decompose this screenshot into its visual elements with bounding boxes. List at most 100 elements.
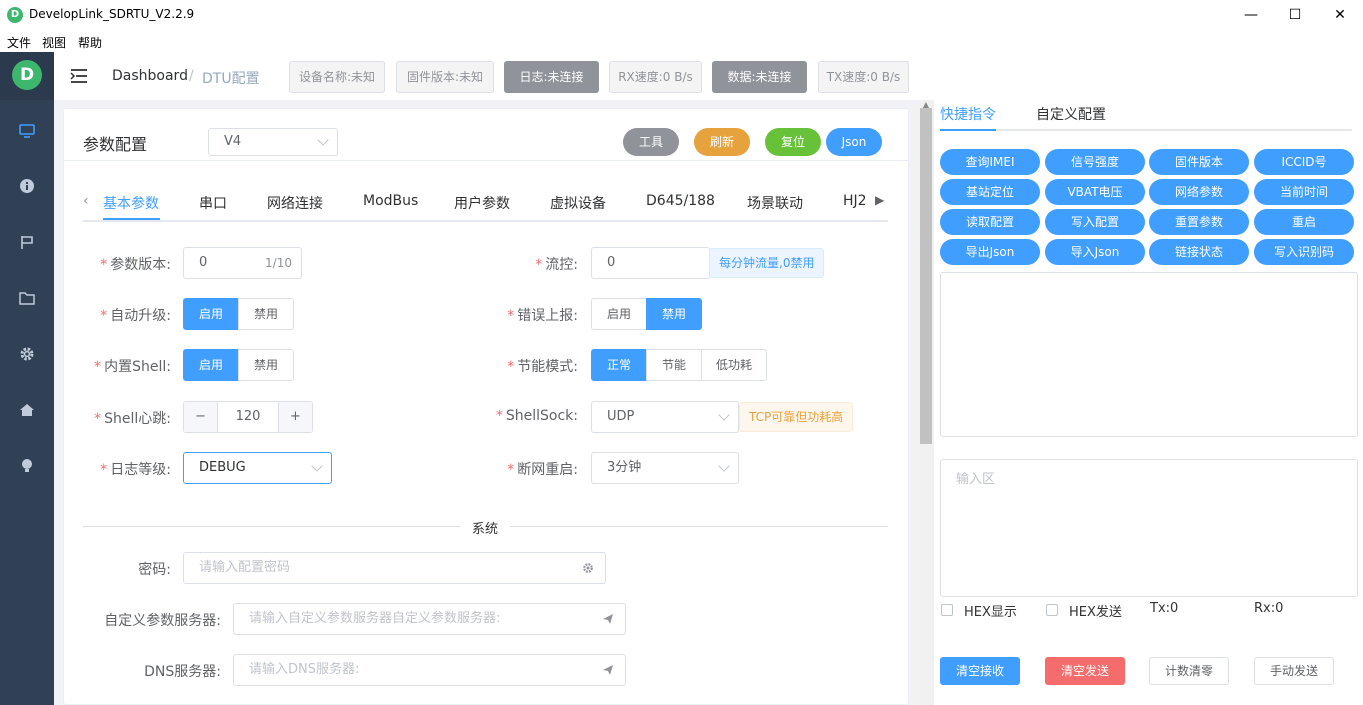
tab-modbus[interactable]: ModBus xyxy=(363,193,418,209)
manual-send-button[interactable]: 手动发送 xyxy=(1254,657,1334,685)
tab-basic-params[interactable]: 基本参数 xyxy=(103,193,159,213)
app-logo-icon: D xyxy=(7,7,23,23)
tabs-prev-icon[interactable]: ‹ xyxy=(83,193,89,209)
auto-upgrade-toggle: 启用 禁用 xyxy=(183,298,294,330)
tab-virtual-device[interactable]: 虚拟设备 xyxy=(550,193,606,213)
param-version-input[interactable]: 0 1/10 xyxy=(183,247,302,279)
tab-network[interactable]: 网络连接 xyxy=(267,193,323,213)
tab-hj2[interactable]: HJ2 xyxy=(843,193,867,209)
device-name-status[interactable]: 设备名称:未知 xyxy=(289,61,385,93)
password-input[interactable]: 请输入配置密码 xyxy=(183,552,606,584)
gear-icon[interactable] xyxy=(582,562,594,574)
hex-send-checkbox[interactable] xyxy=(1046,604,1058,616)
offline-restart-select[interactable]: 3分钟 xyxy=(591,452,739,484)
error-report-enable[interactable]: 启用 xyxy=(591,298,647,330)
power-mode-save[interactable]: 节能 xyxy=(646,349,702,381)
menu-help[interactable]: 帮助 xyxy=(78,34,102,51)
tabs-next-icon[interactable]: ▶ xyxy=(875,193,884,207)
input-area[interactable]: 输入区 xyxy=(940,459,1358,597)
shell-heartbeat-stepper: − 120 + xyxy=(183,401,313,433)
heartbeat-value[interactable]: 120 xyxy=(218,402,278,432)
custom-server-label: 自定义参数服务器: xyxy=(104,613,221,629)
menu-view[interactable]: 视图 xyxy=(42,34,66,51)
iccid-button[interactable]: ICCID号 xyxy=(1254,149,1354,175)
send-icon[interactable] xyxy=(602,613,614,625)
refresh-button[interactable]: 刷新 xyxy=(694,128,750,156)
firmware-version-button[interactable]: 固件版本 xyxy=(1149,149,1249,175)
tx-speed-status[interactable]: TX速度:0 B/s xyxy=(818,61,909,93)
log-level-select[interactable]: DEBUG xyxy=(183,452,332,484)
close-button[interactable]: ✕ xyxy=(1330,5,1350,25)
tab-serial[interactable]: 串口 xyxy=(199,193,227,213)
main-scrollbar-thumb[interactable] xyxy=(920,108,932,444)
heartbeat-decrement-button[interactable]: − xyxy=(184,402,218,432)
scroll-up-icon[interactable]: ▲ xyxy=(921,100,931,109)
hex-send-label: HEX发送 xyxy=(1069,605,1122,620)
tab-d645[interactable]: D645/188 xyxy=(646,193,715,209)
reset-params-button[interactable]: 重置参数 xyxy=(1149,209,1249,235)
shell-sock-select[interactable]: UDP xyxy=(591,401,739,433)
auto-upgrade-disable[interactable]: 禁用 xyxy=(238,298,294,330)
reset-button[interactable]: 复位 xyxy=(765,128,821,156)
current-time-button[interactable]: 当前时间 xyxy=(1254,179,1354,205)
info-icon[interactable] xyxy=(18,177,36,195)
folder-icon[interactable] xyxy=(18,289,36,307)
json-button[interactable]: Json xyxy=(826,128,882,156)
export-json-button[interactable]: 导出Json xyxy=(940,239,1040,265)
tab-user-params[interactable]: 用户参数 xyxy=(454,193,510,213)
flow-control-hint: 每分钟流量,0禁用 xyxy=(709,248,825,278)
log-level-label: * 日志等级: xyxy=(100,462,171,478)
query-imei-button[interactable]: 查询IMEI xyxy=(940,149,1040,175)
firmware-version-status[interactable]: 固件版本:未知 xyxy=(396,61,494,93)
gear-icon[interactable] xyxy=(18,345,36,363)
builtin-shell-toggle: 启用 禁用 xyxy=(183,349,294,381)
clear-receive-button[interactable]: 清空接收 xyxy=(940,657,1020,685)
tools-button[interactable]: 工具 xyxy=(623,128,679,156)
builtin-shell-disable[interactable]: 禁用 xyxy=(238,349,294,381)
rx-speed-status[interactable]: RX速度:0 B/s xyxy=(609,61,702,93)
write-id-code-button[interactable]: 写入识别码 xyxy=(1254,239,1354,265)
version-select[interactable]: V4 xyxy=(208,128,338,156)
hex-display-checkbox[interactable] xyxy=(941,604,953,616)
minimize-button[interactable]: — xyxy=(1241,5,1261,25)
password-label: 密码: xyxy=(138,562,171,578)
import-json-button[interactable]: 导入Json xyxy=(1045,239,1145,265)
dns-server-input[interactable]: 请输入DNS服务器: xyxy=(233,654,626,686)
power-mode-normal[interactable]: 正常 xyxy=(591,349,647,381)
base-station-button[interactable]: 基站定位 xyxy=(940,179,1040,205)
read-config-button[interactable]: 读取配置 xyxy=(940,209,1040,235)
log-connection-status[interactable]: 日志:未连接 xyxy=(504,61,599,93)
clear-send-button[interactable]: 清空发送 xyxy=(1045,657,1125,685)
heartbeat-increment-button[interactable]: + xyxy=(278,402,312,432)
flag-icon[interactable] xyxy=(18,233,36,251)
monitor-icon[interactable] xyxy=(18,122,36,140)
maximize-button[interactable]: ☐ xyxy=(1285,5,1305,25)
network-params-button[interactable]: 网络参数 xyxy=(1149,179,1249,205)
tab-custom-config[interactable]: 自定义配置 xyxy=(1036,104,1106,124)
builtin-shell-enable[interactable]: 启用 xyxy=(183,349,239,381)
send-icon[interactable] xyxy=(602,664,614,676)
link-status-button[interactable]: 链接状态 xyxy=(1149,239,1249,265)
chevron-down-icon xyxy=(317,134,329,146)
receive-area[interactable] xyxy=(940,272,1358,437)
bulb-icon[interactable] xyxy=(18,457,36,475)
vbat-voltage-button[interactable]: VBAT电压 xyxy=(1045,179,1145,205)
breadcrumb-dashboard[interactable]: Dashboard xyxy=(112,68,188,84)
restart-button[interactable]: 重启 xyxy=(1254,209,1354,235)
tab-scene-linkage[interactable]: 场景联动 xyxy=(747,193,803,213)
param-version-count: 1/10 xyxy=(265,256,292,270)
signal-strength-button[interactable]: 信号强度 xyxy=(1045,149,1145,175)
data-connection-status[interactable]: 数据:未连接 xyxy=(712,61,807,93)
reset-count-button[interactable]: 计数清零 xyxy=(1149,657,1229,685)
home-icon[interactable] xyxy=(18,401,36,419)
error-report-disable[interactable]: 禁用 xyxy=(646,298,702,330)
flow-control-input[interactable]: 0 xyxy=(591,247,710,279)
tab-quick-commands[interactable]: 快捷指令 xyxy=(940,104,996,124)
power-mode-low[interactable]: 低功耗 xyxy=(701,349,767,381)
write-config-button[interactable]: 写入配置 xyxy=(1045,209,1145,235)
custom-server-input[interactable]: 请输入自定义参数服务器自定义参数服务器: xyxy=(233,603,626,635)
menu-file[interactable]: 文件 xyxy=(7,34,31,51)
menu-toggle-icon[interactable] xyxy=(70,68,88,84)
auto-upgrade-enable[interactable]: 启用 xyxy=(183,298,239,330)
power-mode-toggle: 正常 节能 低功耗 xyxy=(591,349,767,381)
